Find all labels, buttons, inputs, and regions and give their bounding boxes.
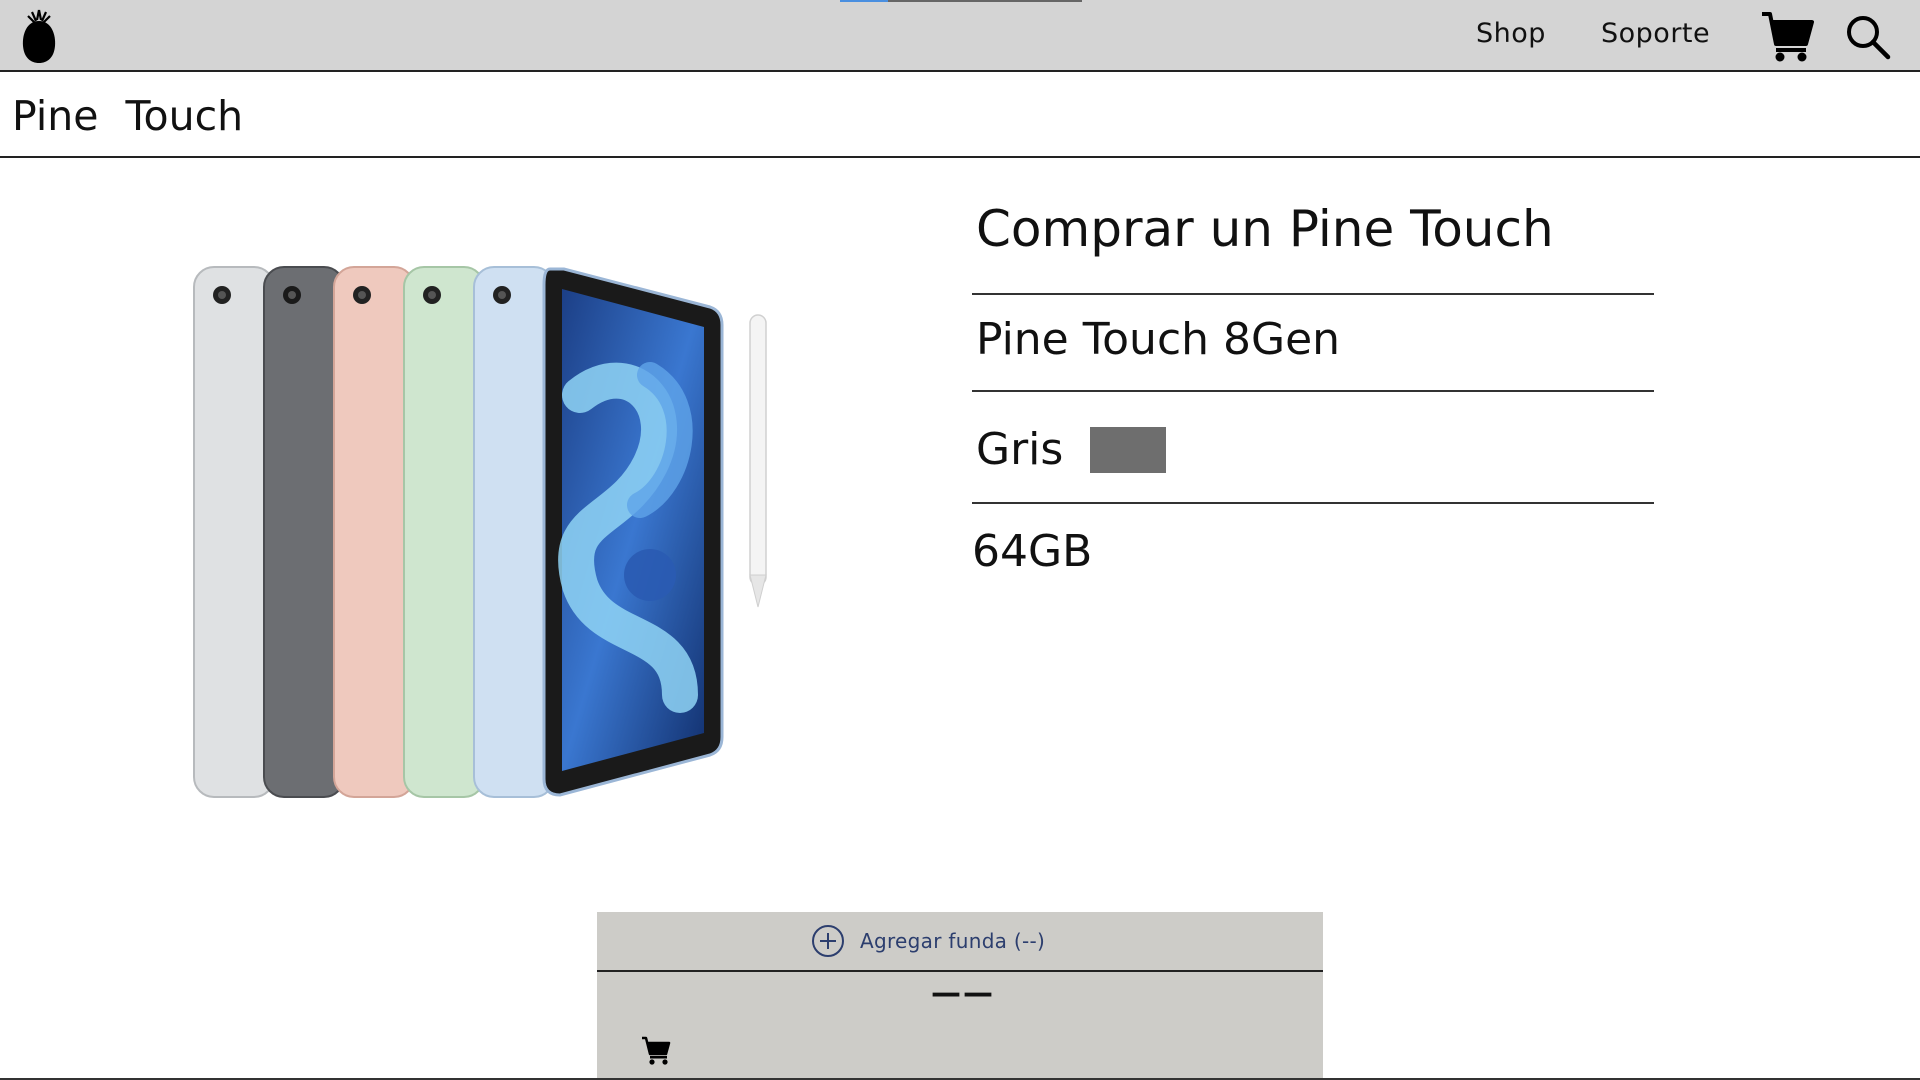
divider	[972, 390, 1654, 392]
tablet-silver	[193, 266, 275, 798]
nav-shop-link[interactable]: Shop	[1476, 18, 1546, 49]
pineapple-logo-icon[interactable]	[20, 6, 58, 64]
page-progress-thumb	[840, 0, 888, 2]
divider	[972, 502, 1654, 504]
stylus-pencil	[749, 314, 767, 608]
color-option-label[interactable]: Gris	[976, 424, 1063, 475]
tablet-green	[403, 266, 485, 798]
tablet-sky-blue	[473, 266, 555, 798]
divider	[972, 293, 1654, 295]
tablet-front	[542, 267, 724, 797]
tablet-space-gray	[263, 266, 345, 798]
purchase-panel: Agregar funda (--) ——	[597, 912, 1323, 1080]
price-placeholder: ——	[931, 976, 995, 1011]
cart-icon[interactable]	[640, 1034, 672, 1066]
color-swatch-gray[interactable]	[1090, 427, 1166, 473]
product-image	[193, 266, 767, 798]
top-nav-bar: Shop Soporte	[0, 0, 1920, 72]
tablet-rose-gold	[333, 266, 415, 798]
buy-heading: Comprar un Pine Touch	[976, 200, 1554, 258]
storage-option[interactable]: 64GB	[972, 526, 1092, 577]
add-case-label[interactable]: Agregar funda (--)	[860, 929, 1045, 953]
nav-soporte-link[interactable]: Soporte	[1601, 18, 1710, 49]
product-subheader: Pine Touch	[0, 72, 1920, 158]
search-icon[interactable]	[1845, 14, 1891, 60]
plus-circle-icon[interactable]	[811, 924, 845, 958]
subheader-title: Pine Touch	[12, 92, 244, 140]
add-case-row[interactable]: Agregar funda (--)	[597, 912, 1323, 972]
cart-icon[interactable]	[1760, 10, 1814, 62]
model-option[interactable]: Pine Touch 8Gen	[976, 314, 1340, 365]
